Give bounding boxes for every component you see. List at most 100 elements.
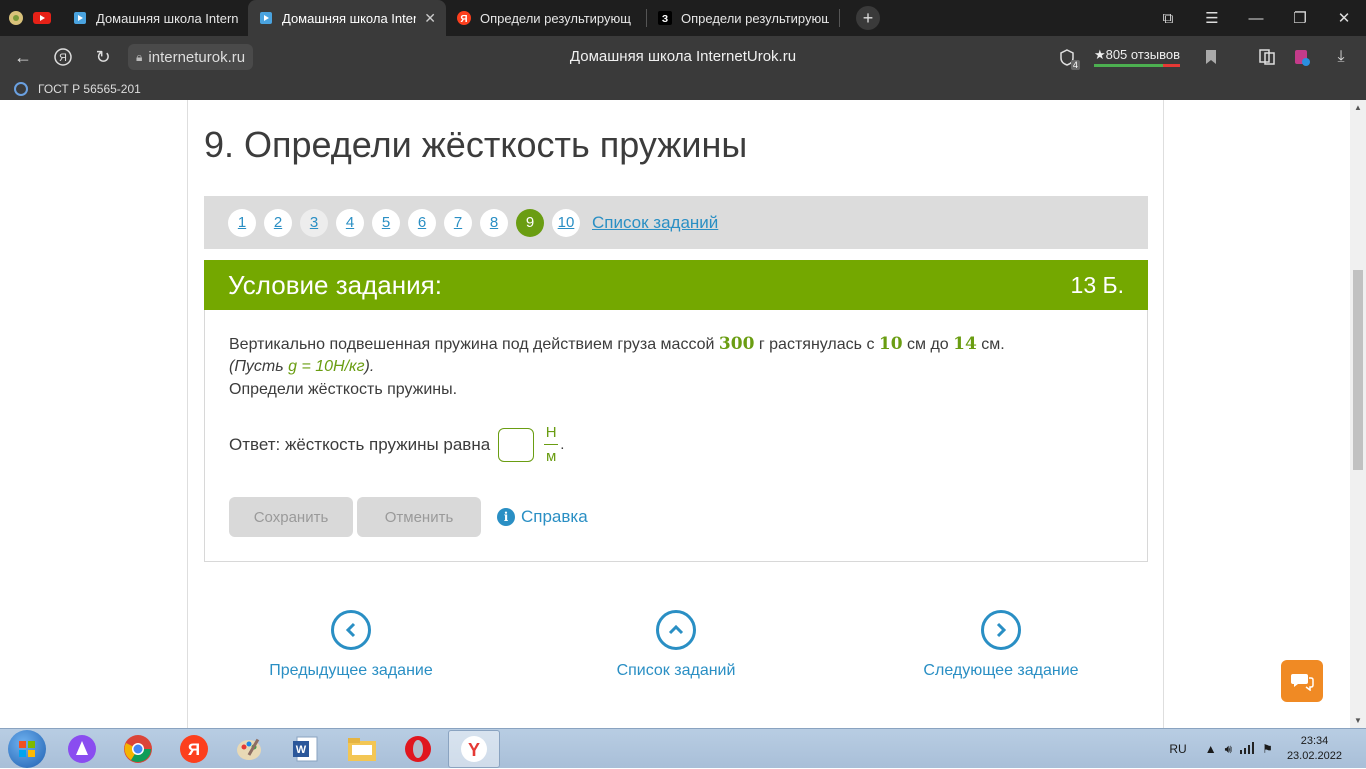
paint-app-icon[interactable]	[224, 730, 276, 768]
page-content: 9. Определи жёсткость пружины 1 2 3 4 5 …	[0, 100, 1350, 728]
answer-label: Ответ: жёсткость пружины равна	[229, 434, 491, 454]
tab-title: Определи результирующ	[480, 10, 631, 26]
unit-suffix: .	[560, 436, 565, 453]
scroll-up-icon[interactable]: ▲	[1350, 103, 1366, 112]
prev-task-link[interactable]: Предыдущее задание	[241, 610, 461, 680]
svg-text:Я: Я	[188, 740, 200, 759]
close-tab-icon[interactable]: ✕	[424, 10, 436, 27]
scroll-thumb[interactable]	[1353, 270, 1363, 470]
fraction-bar	[544, 444, 559, 445]
word-app-icon[interactable]: W	[280, 730, 332, 768]
volume-icon[interactable]: 🔊︎	[1225, 742, 1233, 757]
svg-text:Y: Y	[468, 740, 480, 760]
close-window-icon[interactable]: ✕	[1322, 9, 1366, 27]
yandex-browser-app-icon[interactable]: Y	[448, 729, 500, 768]
task-heading: 9. Определи жёсткость пружины	[204, 124, 748, 165]
page-scrollbar[interactable]: ▲ ▼	[1350, 100, 1366, 728]
opera-app-icon[interactable]	[392, 730, 444, 768]
tab-title: Домашняя школа Intern	[282, 10, 417, 26]
unit-numerator: Н	[545, 424, 557, 441]
question-link-10[interactable]: 10	[552, 208, 580, 237]
bookmark-item[interactable]: ГОСТ Р 56565-201	[14, 82, 141, 96]
network-icon[interactable]	[1240, 741, 1255, 757]
menu-icon[interactable]: ☰	[1190, 9, 1234, 27]
tab-4[interactable]: З Определи результирующ	[647, 0, 839, 36]
tray-expand-icon[interactable]: ▲	[1205, 742, 1217, 756]
problem-text-line-1: Вертикально подвешенная пружина под дейс…	[229, 334, 1005, 354]
answer-row: Ответ: жёсткость пружины равна Н м .	[229, 425, 564, 464]
minimize-icon[interactable]: —	[1234, 10, 1278, 27]
downloads-icon[interactable]: ⤓	[1324, 40, 1358, 74]
url-field[interactable]: 🔒︎ interneturok.ru	[128, 44, 254, 70]
chrome-app-icon[interactable]	[112, 730, 164, 768]
tab-1[interactable]: Домашняя школа Internet	[62, 0, 248, 36]
restore-icon[interactable]: ❐	[1278, 9, 1322, 27]
question-link-6[interactable]: 6	[408, 208, 436, 237]
chevron-left-icon	[331, 610, 371, 650]
language-indicator[interactable]: RU	[1169, 742, 1186, 756]
explorer-app-icon[interactable]	[336, 730, 388, 768]
clock-time: 23:34	[1300, 735, 1329, 747]
mass-value: 300	[718, 334, 755, 354]
reload-icon[interactable]: ↻	[86, 40, 120, 74]
question-link-8[interactable]: 8	[480, 208, 508, 237]
svg-text:W: W	[296, 744, 307, 756]
new-tab-button[interactable]: +	[856, 6, 880, 30]
back-icon[interactable]: ←	[6, 40, 40, 74]
question-link-3[interactable]: 3	[300, 208, 328, 237]
action-center-flag-icon[interactable]: ⚑	[1262, 742, 1273, 756]
reviews-badge[interactable]: ★805 отзывов	[1093, 47, 1181, 67]
text-fragment: (Пусть	[229, 358, 289, 375]
question-link-4[interactable]: 4	[336, 208, 364, 237]
clock[interactable]: 23:34 23.02.2022	[1287, 734, 1342, 764]
answer-input[interactable]	[498, 427, 535, 462]
chat-icon	[1291, 674, 1314, 691]
length-from-value: 10	[878, 334, 903, 354]
next-task-link[interactable]: Следующее задание	[891, 610, 1111, 680]
extensions-icon[interactable]	[1284, 40, 1318, 74]
collections-icon[interactable]	[1250, 40, 1284, 74]
yandex-home-icon[interactable]: Я	[46, 40, 80, 74]
bookmark-label: ГОСТ Р 56565-201	[38, 82, 141, 96]
bookmark-icon[interactable]	[1194, 40, 1228, 74]
scroll-down-icon[interactable]: ▼	[1350, 716, 1366, 725]
url-text: interneturok.ru	[148, 48, 246, 66]
text-fragment: г растянулась с	[754, 336, 879, 353]
question-link-9-current[interactable]: 9	[516, 208, 544, 237]
pinned-tab-yandex-icon[interactable]	[6, 8, 26, 28]
bookmark-site-icon	[14, 82, 28, 96]
task-list-nav-label: Список заданий	[616, 662, 736, 679]
info-icon: i	[497, 508, 515, 526]
browser-tab-bar: Домашняя школа Internet Домашняя школа I…	[0, 0, 1366, 36]
cancel-button[interactable]: Отменить	[357, 497, 481, 537]
start-button[interactable]	[8, 729, 46, 768]
problem-text-line-2: (Пусть g = 10Н/кг).	[229, 358, 374, 376]
system-tray: RU ▲ 🔊︎ ⚑ 23:34 23.02.2022	[1169, 729, 1366, 769]
yandex-app-icon[interactable]: Я	[168, 730, 220, 768]
question-link-5[interactable]: 5	[372, 208, 400, 237]
tabs-icon[interactable]: ⧉	[1146, 10, 1190, 27]
window-controls: ⧉ ☰ — ❐ ✕	[1146, 0, 1366, 36]
tab-2[interactable]: Домашняя школа Intern ✕	[248, 0, 446, 36]
yandex-icon: Я	[456, 10, 472, 26]
pinned-tab-youtube-icon[interactable]	[32, 8, 52, 28]
clock-date: 23.02.2022	[1286, 750, 1342, 762]
chevron-up-icon	[656, 610, 696, 650]
condition-body: Вертикально подвешенная пружина под дейс…	[204, 310, 1148, 562]
alice-app-icon[interactable]	[56, 730, 108, 768]
tab-3[interactable]: Я Определи результирующ	[446, 0, 646, 36]
prev-task-label: Предыдущее задание	[269, 662, 433, 679]
windows-logo-icon	[19, 740, 35, 757]
condition-title: Условие задания:	[228, 269, 442, 300]
text-fragment: ).	[364, 358, 375, 375]
save-button[interactable]: Сохранить	[229, 497, 353, 537]
task-list-link[interactable]: Список заданий	[592, 213, 718, 233]
question-link-2[interactable]: 2	[264, 208, 292, 237]
text-fragment: см до	[902, 336, 954, 353]
help-link[interactable]: i Справка	[497, 507, 588, 527]
protect-icon[interactable]: 4	[1050, 40, 1084, 74]
task-list-nav-link[interactable]: Список заданий	[566, 610, 786, 680]
question-link-7[interactable]: 7	[444, 208, 472, 237]
chat-button[interactable]	[1281, 660, 1323, 702]
question-link-1[interactable]: 1	[228, 208, 256, 237]
